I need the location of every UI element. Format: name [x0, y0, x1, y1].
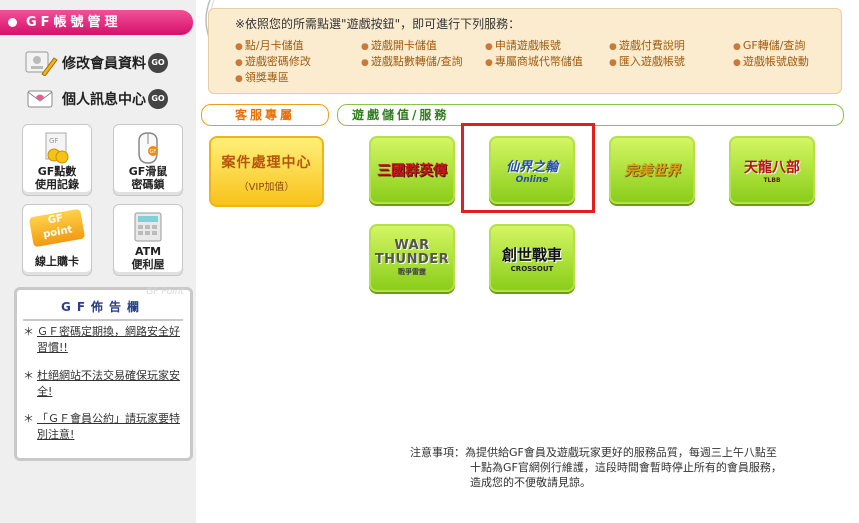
tile-label: 便利屋: [131, 258, 165, 271]
service-link[interactable]: 領獎專區: [235, 69, 289, 85]
profile-card-icon: [22, 50, 58, 77]
coins-document-icon: GF: [40, 131, 74, 165]
go-badge: GO: [148, 53, 168, 73]
tile-label: GF滑鼠: [128, 165, 168, 178]
game-logo: WAR THUNDER 戰爭雷霆: [374, 238, 450, 277]
game-logo: 三國群英傳: [377, 163, 447, 179]
bulletin-item: ＊ 杜絕網站不法交易確保玩家安全!: [23, 368, 183, 400]
case-center-subtitle: （VIP加值）: [238, 182, 295, 193]
notice-line: 十點為GF官網例行維護，這段時間會暫時停止所有的會員服務，: [470, 461, 782, 474]
tile-label: GF點數: [37, 165, 77, 178]
service-link[interactable]: 遊戲付費說明: [609, 37, 685, 53]
buy-card-online-tile[interactable]: GF point 線上購卡: [22, 204, 92, 276]
game-logo: 創世戰車 CROSSOUT: [501, 245, 562, 273]
service-link[interactable]: 遊戲點數轉儲/查詢: [361, 53, 463, 69]
tile-label: 使用記錄: [35, 178, 79, 191]
service-link[interactable]: 遊戲帳號啟動: [733, 53, 809, 69]
go-badge: GO: [148, 89, 168, 109]
bulletin-item: ＊ ＧＦ密碼定期換，網路安全好習慣!!: [23, 324, 183, 356]
service-link[interactable]: 點/月卡儲值: [235, 37, 304, 53]
bulletin-title: GF佈告欄: [23, 298, 183, 321]
case-center-title: 案件處理中心: [221, 155, 312, 171]
message-center-link[interactable]: 個人訊息中心 GO: [22, 84, 180, 114]
gf-points-record-tile[interactable]: GF GF點數 使用記錄: [22, 124, 92, 196]
gf-point-card-icon: GF point: [28, 208, 86, 248]
service-link[interactable]: 匯入遊戲帳號: [609, 53, 685, 69]
service-link[interactable]: GF轉儲/查詢: [733, 37, 806, 53]
selected-game-highlight: [461, 123, 595, 213]
tile-label: 密碼鎖: [131, 178, 165, 191]
service-link[interactable]: 遊戲密碼修改: [235, 53, 311, 69]
notice-label: 注意事項：: [410, 446, 465, 459]
bulletin-link[interactable]: 「ＧＦ會員公約」請玩家要特別注意!: [37, 411, 183, 443]
service-info-panel: ※依照您的所需點選"遊戲按鈕"，即可進行下列服務： 點/月卡儲值 遊戲開卡儲值 …: [208, 8, 842, 94]
gf-point-watermark: GF Point: [146, 287, 184, 297]
maintenance-notice: 注意事項： 為提供給GF會員及遊戲玩家更好的服務品質，每週三上午八點至 十點為G…: [410, 445, 830, 490]
service-link[interactable]: 專屬商城代幣儲值: [485, 53, 583, 69]
edit-profile-label: 修改會員資料: [62, 56, 146, 72]
message-center-label: 個人訊息中心: [62, 92, 146, 108]
case-center-button[interactable]: 案件處理中心 （VIP加值）: [209, 136, 324, 207]
bulletin-item: ＊ 「ＧＦ會員公約」請玩家要特別注意!: [23, 411, 183, 443]
tile-label: ATM: [134, 245, 162, 258]
mouse-icon: GF: [131, 131, 165, 165]
svg-text:GF: GF: [150, 149, 157, 155]
bulletin-link[interactable]: 杜絕網站不法交易確保玩家安全!: [37, 368, 183, 400]
atm-machine-icon: [131, 211, 165, 245]
tab-customer-service[interactable]: 客服專屬: [201, 104, 329, 126]
notice-line: 造成您的不便敬請見諒。: [470, 476, 591, 489]
svg-text:GF: GF: [49, 137, 58, 145]
envelope-icon: [22, 86, 58, 112]
game-button-war-thunder[interactable]: WAR THUNDER 戰爭雷霆: [369, 224, 455, 292]
card-badge-top: GF: [47, 212, 64, 227]
game-logo: 完美世界: [624, 163, 680, 179]
atm-tile[interactable]: ATM 便利屋: [113, 204, 183, 276]
gf-bulletin-board: GF Point GF佈告欄 ＊ ＧＦ密碼定期換，網路安全好習慣!! ＊ 杜絕網…: [14, 287, 193, 461]
gf-mouse-lock-tile[interactable]: GF GF滑鼠 密碼鎖: [113, 124, 183, 196]
card-badge-bottom: point: [42, 224, 74, 241]
bulletin-link[interactable]: ＧＦ密碼定期換，網路安全好習慣!!: [37, 324, 183, 356]
notice-line: 為提供給GF會員及遊戲玩家更好的服務品質，每週三上午八點至: [465, 446, 777, 459]
game-button-crossout[interactable]: 創世戰車 CROSSOUT: [489, 224, 575, 292]
edit-profile-link[interactable]: 修改會員資料 GO: [22, 48, 180, 78]
game-button-tianlong[interactable]: 天龍八部 TLBB: [729, 136, 815, 204]
service-link[interactable]: 遊戲開卡儲值: [361, 37, 437, 53]
game-logo: 天龍八部 TLBB: [744, 159, 800, 184]
account-management-header: GF帳號管理: [0, 10, 193, 35]
tile-label: 線上購卡: [35, 255, 79, 268]
game-button-perfect-world[interactable]: 完美世界: [609, 136, 695, 204]
game-button-sanguo[interactable]: 三國群英傳: [369, 136, 455, 204]
service-link[interactable]: 申請遊戲帳號: [485, 37, 561, 53]
service-instructions: ※依照您的所需點選"遊戲按鈕"，即可進行下列服務：: [235, 17, 521, 31]
